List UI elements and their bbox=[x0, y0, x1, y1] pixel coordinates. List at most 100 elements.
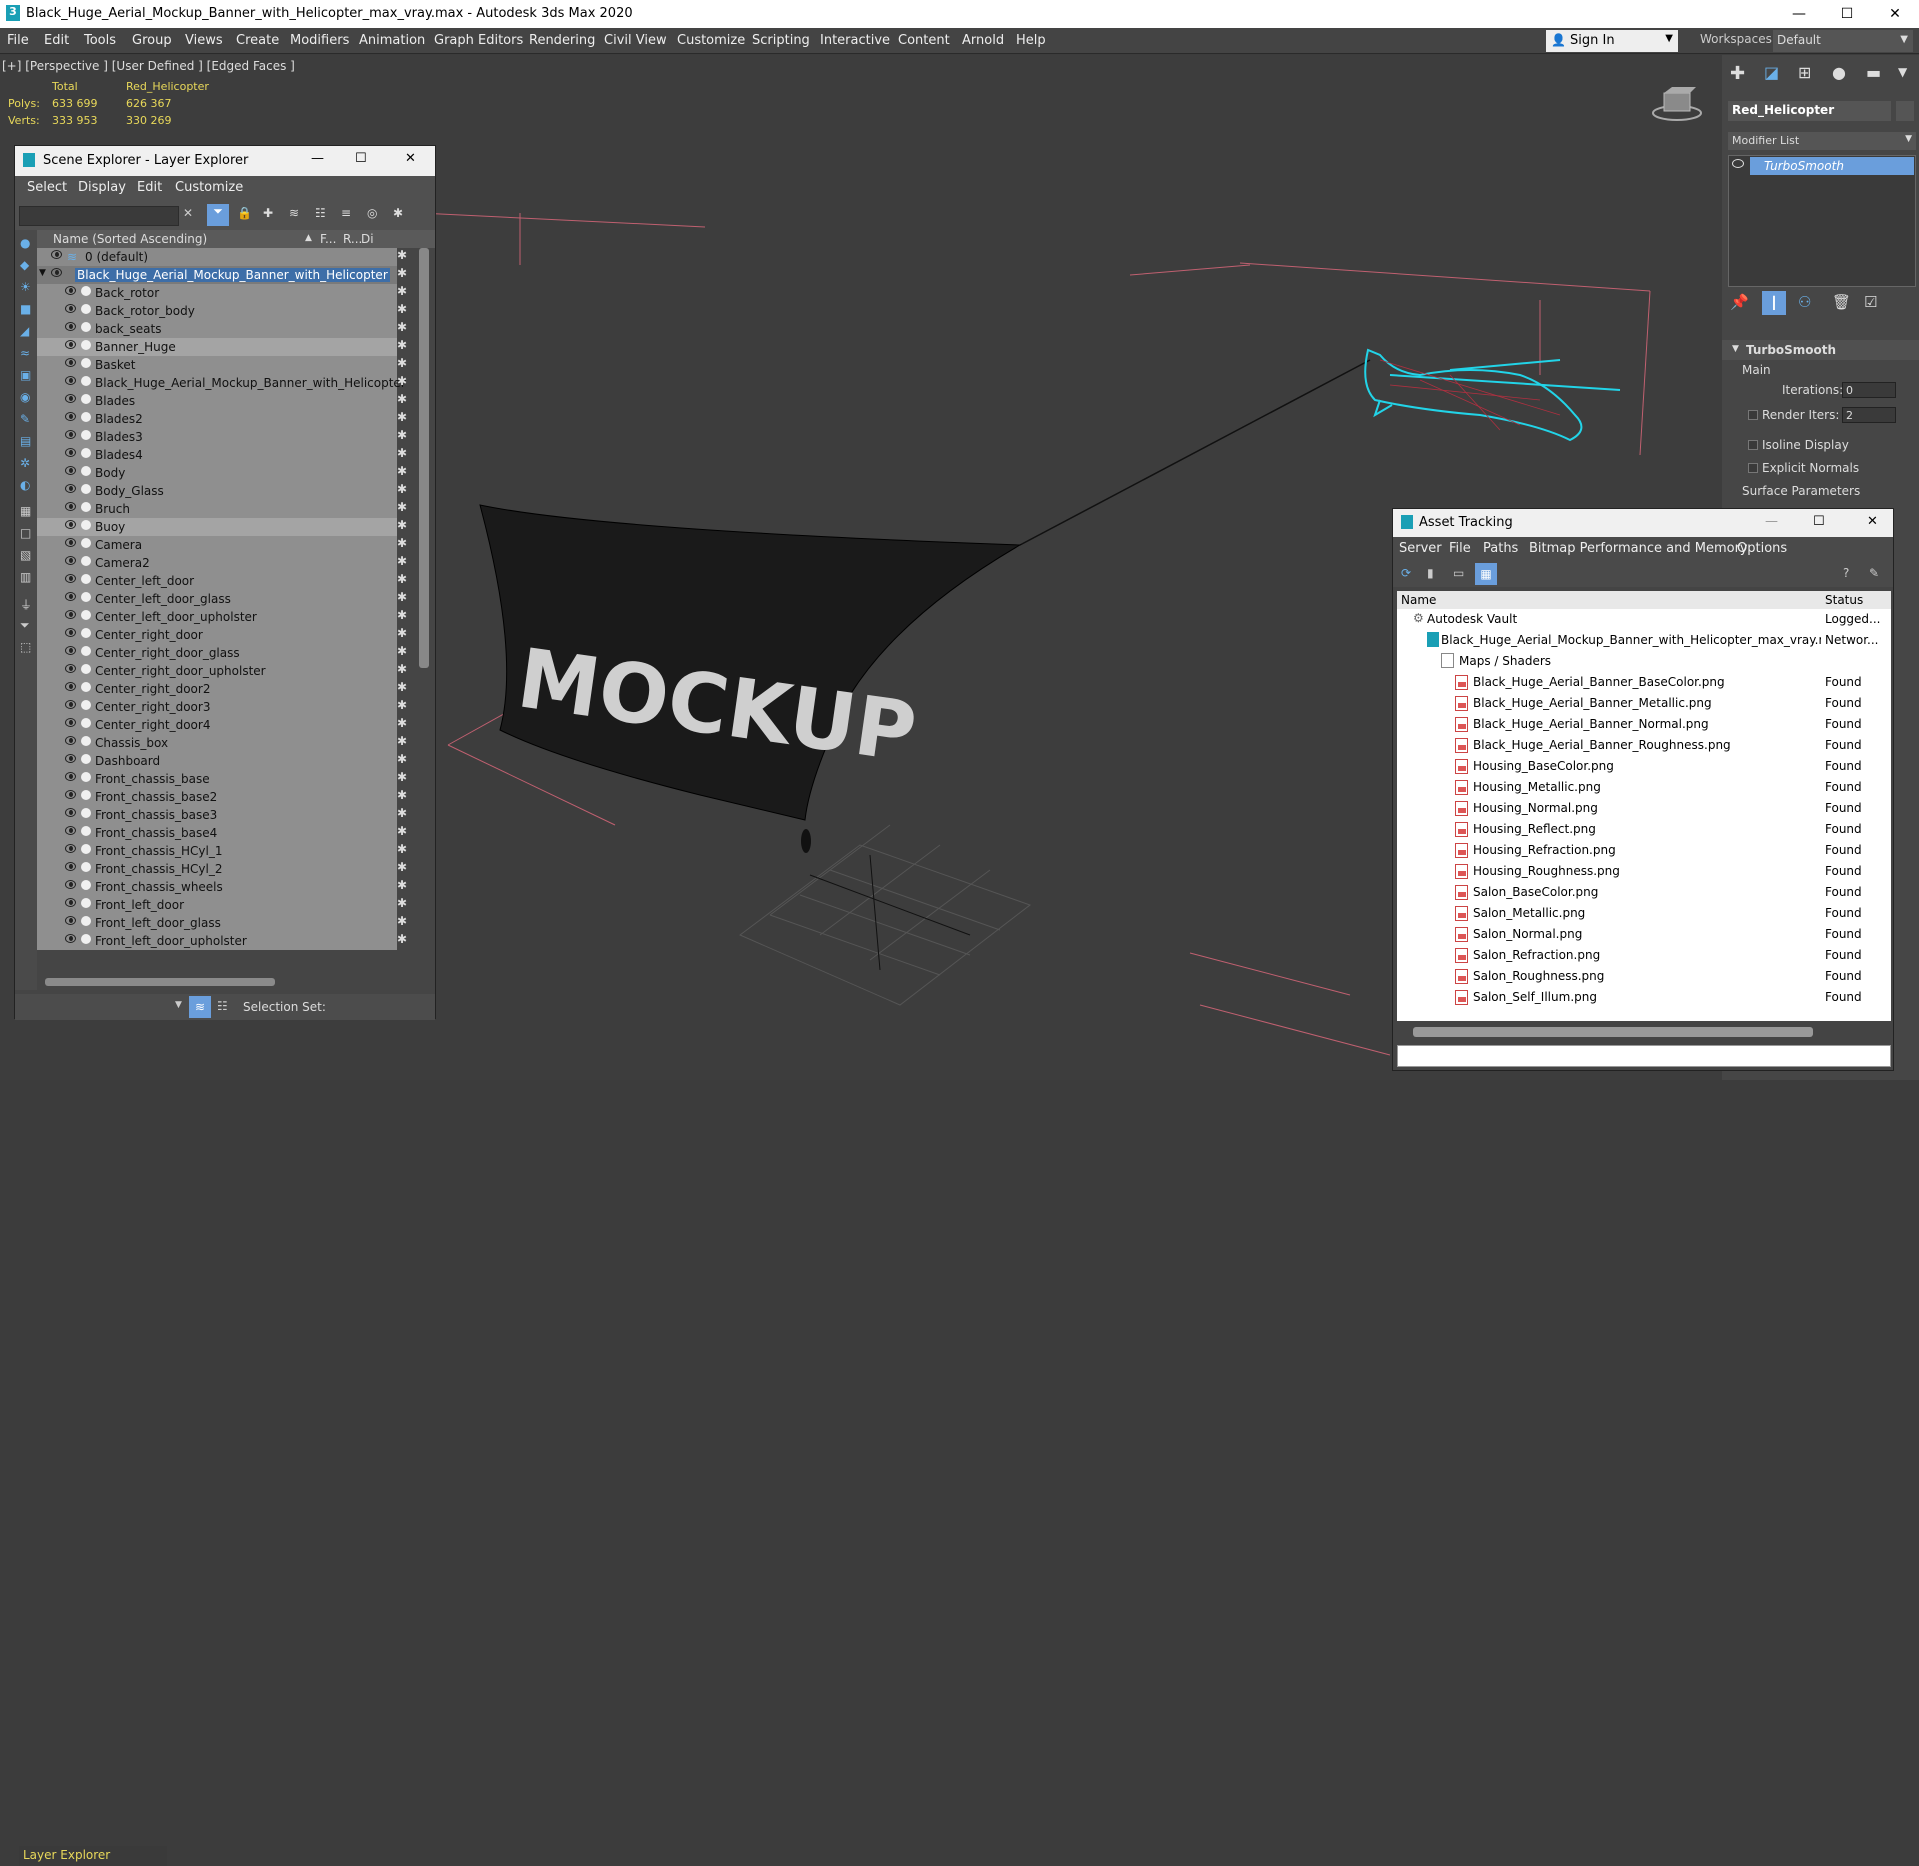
se-menu-edit[interactable]: Edit bbox=[137, 180, 162, 195]
freeze-icon[interactable]: ✱ bbox=[397, 806, 417, 824]
modifier-list-dropdown[interactable]: Modifier List ▼ bbox=[1728, 132, 1916, 150]
freeze-icon[interactable]: ✱ bbox=[397, 662, 417, 680]
filter-icon[interactable]: ⏷ bbox=[207, 204, 229, 226]
at-menu-bitmap[interactable]: Bitmap Performance and Memory bbox=[1529, 541, 1748, 556]
visibility-eye-icon[interactable] bbox=[65, 682, 76, 691]
scene-object-row[interactable]: Buoy ✱ bbox=[37, 518, 407, 536]
freeze-icon[interactable]: ✱ bbox=[397, 266, 417, 284]
isoline-checkbox[interactable] bbox=[1748, 440, 1758, 450]
scene-object-row[interactable]: Blades ✱ bbox=[37, 392, 407, 410]
menu-views[interactable]: Views bbox=[185, 33, 223, 48]
maximize-icon[interactable]: ☐ bbox=[355, 151, 367, 166]
asset-row[interactable]: Housing_Reflect.png Found bbox=[1397, 819, 1891, 840]
visibility-eye-icon[interactable] bbox=[65, 736, 76, 745]
explicit-normals-checkbox[interactable] bbox=[1748, 463, 1758, 473]
freeze-icon[interactable]: ✱ bbox=[397, 248, 417, 266]
at-menu-options[interactable]: Options bbox=[1737, 541, 1787, 556]
scene-object-row[interactable]: Center_left_door_glass ✱ bbox=[37, 590, 407, 608]
chevron-down-icon[interactable]: ▼ bbox=[175, 1000, 182, 1010]
asset-row[interactable]: Salon_Metallic.png Found bbox=[1397, 903, 1891, 924]
pin-stack-icon[interactable]: 📌 bbox=[1730, 293, 1749, 311]
viewcube-icon[interactable] bbox=[1650, 85, 1704, 121]
visibility-eye-icon[interactable] bbox=[65, 916, 76, 925]
at-menu-paths[interactable]: Paths bbox=[1483, 541, 1518, 556]
freeze-icon[interactable]: ✱ bbox=[397, 572, 417, 590]
sort-by-hierarchy-icon[interactable]: ☷ bbox=[217, 999, 228, 1013]
scene-object-row[interactable]: Center_left_door ✱ bbox=[37, 572, 407, 590]
show-end-result-icon[interactable]: ┃ bbox=[1762, 291, 1786, 315]
se-menu-customize[interactable]: Customize bbox=[175, 180, 243, 195]
display-all-icon[interactable]: ▦ bbox=[20, 504, 31, 518]
menu-civil-view[interactable]: Civil View bbox=[604, 33, 667, 48]
asset-row[interactable]: Housing_Roughness.png Found bbox=[1397, 861, 1891, 882]
create-tab-icon[interactable]: ✚ bbox=[1730, 63, 1745, 84]
asset-row[interactable]: Housing_BaseColor.png Found bbox=[1397, 756, 1891, 777]
menu-scripting[interactable]: Scripting bbox=[752, 33, 810, 48]
freeze-icon[interactable]: ✱ bbox=[397, 896, 417, 914]
maximize-icon[interactable]: ☐ bbox=[1813, 514, 1825, 529]
menu-arnold[interactable]: Arnold bbox=[962, 33, 1004, 48]
asset-row[interactable]: Housing_Normal.png Found bbox=[1397, 798, 1891, 819]
tree-horizontal-scrollbar[interactable] bbox=[45, 978, 275, 986]
asset-row[interactable]: Salon_Refraction.png Found bbox=[1397, 945, 1891, 966]
sort-by-layer-icon[interactable]: ≋ bbox=[189, 996, 211, 1018]
visibility-eye-icon[interactable] bbox=[65, 358, 76, 367]
scene-object-row[interactable]: Center_right_door2 ✱ bbox=[37, 680, 407, 698]
freeze-icon[interactable]: ✱ bbox=[397, 608, 417, 626]
menu-help[interactable]: Help bbox=[1016, 33, 1046, 48]
freeze-icon[interactable]: ✱ bbox=[397, 374, 417, 392]
visibility-eye-icon[interactable] bbox=[65, 448, 76, 457]
close-icon[interactable]: ✕ bbox=[405, 151, 416, 166]
hierarchy-tab-icon[interactable]: ⊞ bbox=[1798, 63, 1811, 82]
scene-object-row[interactable]: Blades2 ✱ bbox=[37, 410, 407, 428]
modify-tab-icon[interactable]: ◪ bbox=[1764, 63, 1779, 82]
visibility-eye-icon[interactable] bbox=[65, 538, 76, 547]
freeze-icon[interactable]: ✱ bbox=[397, 464, 417, 482]
highlight-icon[interactable]: ◎ bbox=[367, 206, 377, 220]
modifier-eye-icon[interactable] bbox=[1732, 159, 1744, 168]
freeze-icon[interactable]: ✱ bbox=[397, 626, 417, 644]
turbosmooth-rollout-header[interactable]: ▼ TurboSmooth bbox=[1722, 340, 1919, 360]
freeze-icon[interactable]: ✱ bbox=[397, 536, 417, 554]
display-spacewarps-icon[interactable]: ≈ bbox=[20, 346, 30, 360]
freeze-icon[interactable]: ✱ bbox=[397, 338, 417, 356]
scene-object-row[interactable]: Bruch ✱ bbox=[37, 500, 407, 518]
freeze-icon[interactable]: ✱ bbox=[397, 284, 417, 302]
asset-row[interactable]: Black_Huge_Aerial_Banner_BaseColor.png Fo… bbox=[1397, 672, 1891, 693]
freeze-icon[interactable]: ✱ bbox=[397, 770, 417, 788]
pin-icon[interactable]: ✎ bbox=[1869, 566, 1879, 580]
freeze-icon[interactable]: ✱ bbox=[397, 842, 417, 860]
scene-object-row[interactable]: Camera2 ✱ bbox=[37, 554, 407, 572]
scene-object-row[interactable]: Chassis_box ✱ bbox=[37, 734, 407, 752]
scene-object-row[interactable]: Front_chassis_base2 ✱ bbox=[37, 788, 407, 806]
freeze-icon[interactable]: ✱ bbox=[397, 788, 417, 806]
menu-modifiers[interactable]: Modifiers bbox=[290, 33, 349, 48]
visibility-eye-icon[interactable] bbox=[65, 304, 76, 313]
scene-explorer-titlebar[interactable]: Scene Explorer - Layer Explorer — ☐ ✕ bbox=[15, 146, 435, 176]
scene-object-row[interactable]: Center_left_door_upholster ✱ bbox=[37, 608, 407, 626]
menu-animation[interactable]: Animation bbox=[359, 33, 425, 48]
configure-modifier-sets-icon[interactable]: ☑ bbox=[1864, 293, 1877, 311]
display-frozen-icon[interactable]: ✲ bbox=[20, 456, 30, 470]
visibility-eye-icon[interactable] bbox=[65, 592, 76, 601]
freeze-icon[interactable]: ✱ bbox=[397, 518, 417, 536]
object-color-swatch[interactable] bbox=[1896, 101, 1914, 121]
se-menu-display[interactable]: Display bbox=[78, 180, 126, 195]
display-invert-icon[interactable]: ▧ bbox=[20, 548, 31, 562]
chevron-down-icon[interactable]: ▼ bbox=[1898, 65, 1907, 79]
add-layer-icon[interactable]: ✚ bbox=[263, 206, 273, 220]
freeze-icon[interactable]: ✱ bbox=[397, 500, 417, 518]
lock-icon[interactable]: 🔒 bbox=[237, 206, 252, 220]
visibility-eye-icon[interactable] bbox=[65, 412, 76, 421]
asset-row[interactable]: Black_Huge_Aerial_Banner_Metallic.png Fou… bbox=[1397, 693, 1891, 714]
scene-object-row[interactable]: Blades4 ✱ bbox=[37, 446, 407, 464]
freeze-icon[interactable]: ✱ bbox=[397, 680, 417, 698]
asset-list[interactable]: ⚙ Autodesk Vault Logged... Black_Huge_Ae… bbox=[1397, 609, 1891, 1021]
display-hidden-icon[interactable]: ◐ bbox=[20, 478, 30, 492]
display-bones-icon[interactable]: ✎ bbox=[20, 412, 30, 426]
freeze-icon[interactable]: ✱ bbox=[397, 410, 417, 428]
scene-object-row[interactable]: Black_Huge_Aerial_Mockup_Banner_with_Hel… bbox=[37, 374, 407, 392]
freeze-icon[interactable]: ✱ bbox=[397, 644, 417, 662]
tree-view-icon[interactable]: ▭ bbox=[1453, 566, 1464, 580]
visibility-eye-icon[interactable] bbox=[51, 250, 62, 259]
